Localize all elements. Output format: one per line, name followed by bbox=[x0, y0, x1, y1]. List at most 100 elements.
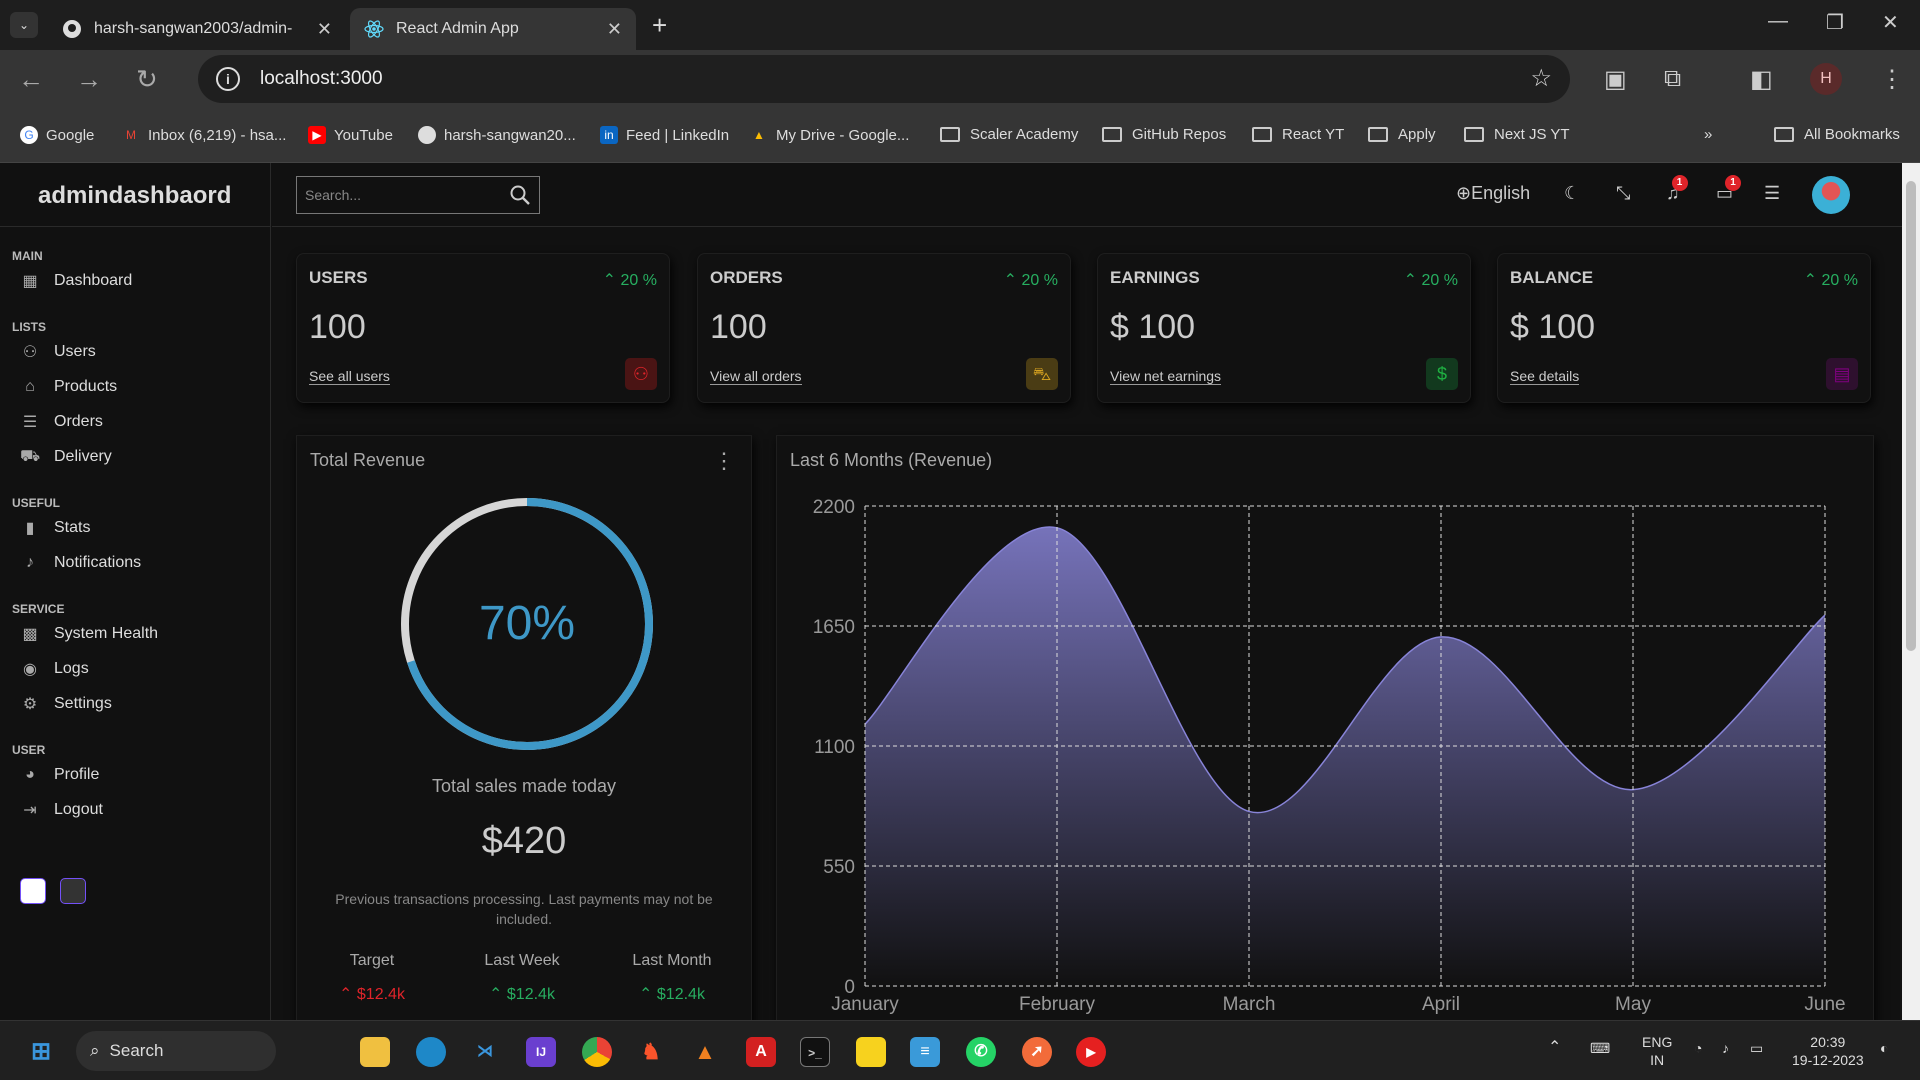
windows-start-icon[interactable]: ⊞ bbox=[26, 1037, 56, 1067]
more-options-icon[interactable]: ⋮ bbox=[713, 448, 735, 474]
tab-search-button[interactable]: ⌄ bbox=[10, 12, 38, 38]
language-indicator[interactable]: ENG IN bbox=[1642, 1033, 1672, 1069]
chrome-icon[interactable] bbox=[582, 1037, 612, 1067]
sidebar-item-notifications[interactable]: ♪ Notifications bbox=[0, 545, 270, 580]
restore-icon[interactable]: ❐ bbox=[1826, 10, 1844, 35]
reload-icon[interactable]: ↻ bbox=[136, 64, 158, 95]
bookmark-github[interactable]: harsh-sangwan20... bbox=[418, 126, 576, 144]
bookmark-youtube[interactable]: ▶ YouTube bbox=[308, 126, 393, 144]
all-bookmarks-folder[interactable]: All Bookmarks bbox=[1774, 126, 1900, 143]
chat-icon[interactable]: ▭ 1 bbox=[1716, 175, 1742, 204]
vscode-icon[interactable]: ⋊ bbox=[470, 1037, 500, 1067]
widget-link[interactable]: See details bbox=[1510, 368, 1580, 385]
user-avatar[interactable] bbox=[1812, 176, 1850, 214]
terminal-icon[interactable]: >_ bbox=[800, 1037, 830, 1067]
close-window-icon[interactable]: ✕ bbox=[1882, 10, 1899, 35]
youtube-music-icon[interactable]: ▶ bbox=[1076, 1037, 1106, 1067]
sidebar-item-logs[interactable]: ◉ Logs bbox=[0, 651, 270, 686]
bookmark-folder-react-yt[interactable]: React YT bbox=[1252, 126, 1344, 143]
close-tab-icon[interactable]: ✕ bbox=[317, 19, 332, 40]
bookmark-folder-scaler[interactable]: Scaler Academy bbox=[940, 126, 1078, 143]
url-text[interactable]: localhost:3000 bbox=[260, 68, 383, 90]
sticky-notes-icon[interactable] bbox=[856, 1037, 886, 1067]
arrow-up-icon: ⌃ bbox=[602, 272, 621, 289]
profile-avatar[interactable]: H bbox=[1810, 63, 1842, 95]
sidebar-item-delivery[interactable]: ⛟ Delivery bbox=[0, 439, 270, 474]
battery-icon[interactable]: ▭ bbox=[1750, 1039, 1763, 1057]
sidebar-item-orders[interactable]: ☰ Orders bbox=[0, 404, 270, 439]
sidebar-item-settings[interactable]: ⚙ Settings bbox=[0, 686, 270, 721]
sidebar-item-label: Profile bbox=[54, 765, 100, 783]
search-icon[interactable] bbox=[509, 184, 531, 206]
intellij-icon[interactable]: IJ bbox=[526, 1037, 556, 1067]
widget-link[interactable]: See all users bbox=[309, 368, 390, 385]
brave-icon[interactable]: ♞ bbox=[636, 1037, 666, 1067]
sidebar-item-profile[interactable]: ◕ Profile bbox=[0, 757, 270, 792]
bookmark-star-icon[interactable]: ☆ bbox=[1530, 64, 1552, 93]
sidebar-item-logout[interactable]: ⇥ Logout bbox=[0, 792, 270, 827]
file-explorer-icon[interactable] bbox=[360, 1037, 390, 1067]
search-box[interactable]: Search... bbox=[296, 176, 540, 214]
volume-icon[interactable]: ♪ bbox=[1722, 1039, 1729, 1057]
sidebar-item-products[interactable]: ⌂ Products bbox=[0, 369, 270, 404]
dark-mode-icon[interactable]: ☾ bbox=[1564, 183, 1580, 204]
acrobat-icon[interactable]: A bbox=[746, 1037, 776, 1067]
widget-link[interactable]: View all orders bbox=[710, 368, 802, 385]
keyboard-icon[interactable]: ⌨ bbox=[1590, 1039, 1610, 1057]
sidebar-item-stats[interactable]: ▮ Stats bbox=[0, 510, 270, 545]
close-tab-icon[interactable]: ✕ bbox=[607, 19, 622, 40]
sidebar-section-service: SERVICE bbox=[12, 602, 65, 616]
bookmark-label: Google bbox=[46, 126, 95, 144]
forward-icon[interactable]: → bbox=[76, 64, 102, 95]
tray-overflow-icon[interactable]: ⌃ bbox=[1548, 1039, 1561, 1057]
back-icon[interactable]: ← bbox=[18, 64, 44, 95]
scrollbar-thumb[interactable] bbox=[1906, 181, 1916, 651]
whatsapp-icon[interactable]: ✆ bbox=[966, 1037, 996, 1067]
app-logo[interactable]: admindashbaord bbox=[0, 163, 270, 227]
sidebar-item-dashboard[interactable]: ▦ Dashboard bbox=[0, 263, 270, 298]
wifi-icon[interactable]: ◔ bbox=[1694, 1039, 1702, 1057]
minimize-icon[interactable]: — bbox=[1768, 10, 1788, 33]
github-icon bbox=[63, 20, 81, 38]
notepad-icon[interactable]: ≡ bbox=[910, 1037, 940, 1067]
light-theme-button[interactable] bbox=[20, 878, 46, 904]
site-info-icon[interactable]: i bbox=[216, 67, 240, 91]
bookmark-google[interactable]: G Google bbox=[20, 126, 94, 144]
menu-kebab-icon[interactable]: ⋮ bbox=[1880, 65, 1904, 94]
notification-center-icon[interactable]: ◐ bbox=[1880, 1039, 1888, 1057]
fullscreen-exit-icon[interactable]: ⤡ bbox=[1616, 183, 1630, 204]
browser-tab-react-admin[interactable]: React Admin App ✕ bbox=[350, 8, 636, 50]
bookmark-folder-github-repos[interactable]: GitHub Repos bbox=[1102, 126, 1226, 143]
logout-icon: ⇥ bbox=[23, 801, 37, 819]
side-panel-icon[interactable]: ◧ bbox=[1750, 65, 1773, 94]
address-bar[interactable]: i localhost:3000 ☆ bbox=[198, 55, 1570, 103]
list-menu-icon[interactable]: ☰ bbox=[1764, 183, 1780, 204]
clock[interactable]: 20:39 19-12-2023 bbox=[1792, 1033, 1864, 1069]
x-tick-label: April bbox=[1422, 994, 1460, 1015]
summary-label: Last Week bbox=[484, 952, 560, 969]
widget-link[interactable]: View net earnings bbox=[1110, 368, 1222, 385]
health-icon: ▩ bbox=[22, 625, 38, 643]
widget-value: $ 100 bbox=[1510, 308, 1596, 346]
taskbar-search[interactable]: ⌕ Search bbox=[76, 1031, 276, 1071]
bookmark-gmail[interactable]: M Inbox (6,219) - hsa... bbox=[122, 126, 286, 144]
postman-icon[interactable]: ➚ bbox=[1022, 1037, 1052, 1067]
more-bookmarks-icon[interactable]: » bbox=[1704, 126, 1712, 143]
sidebar-item-system-health[interactable]: ▩ System Health bbox=[0, 616, 270, 651]
bookmark-folder-apply[interactable]: Apply bbox=[1368, 126, 1436, 143]
extension-icon[interactable]: ▣ bbox=[1604, 65, 1627, 94]
bookmark-folder-next-js[interactable]: Next JS YT bbox=[1464, 126, 1570, 143]
extensions-puzzle-icon[interactable]: ⧉ bbox=[1664, 65, 1681, 93]
browser-tab-github[interactable]: harsh-sangwan2003/admin- ✕ bbox=[48, 8, 346, 50]
vlc-icon[interactable]: ▲ bbox=[690, 1037, 720, 1067]
search-input[interactable]: Search... bbox=[305, 187, 509, 203]
language-selector[interactable]: ⊕English bbox=[1456, 183, 1530, 204]
dark-theme-button[interactable] bbox=[60, 878, 86, 904]
notifications-icon[interactable]: ♫ 1 bbox=[1666, 175, 1688, 204]
edge-icon[interactable] bbox=[416, 1037, 446, 1067]
new-tab-button[interactable]: + bbox=[652, 10, 667, 41]
sidebar-item-users[interactable]: ⚇ Users bbox=[0, 334, 270, 369]
bookmark-drive[interactable]: ▲ My Drive - Google... bbox=[750, 126, 909, 144]
bookmark-linkedin[interactable]: in Feed | LinkedIn bbox=[600, 126, 729, 144]
page-scrollbar[interactable] bbox=[1902, 163, 1920, 1020]
